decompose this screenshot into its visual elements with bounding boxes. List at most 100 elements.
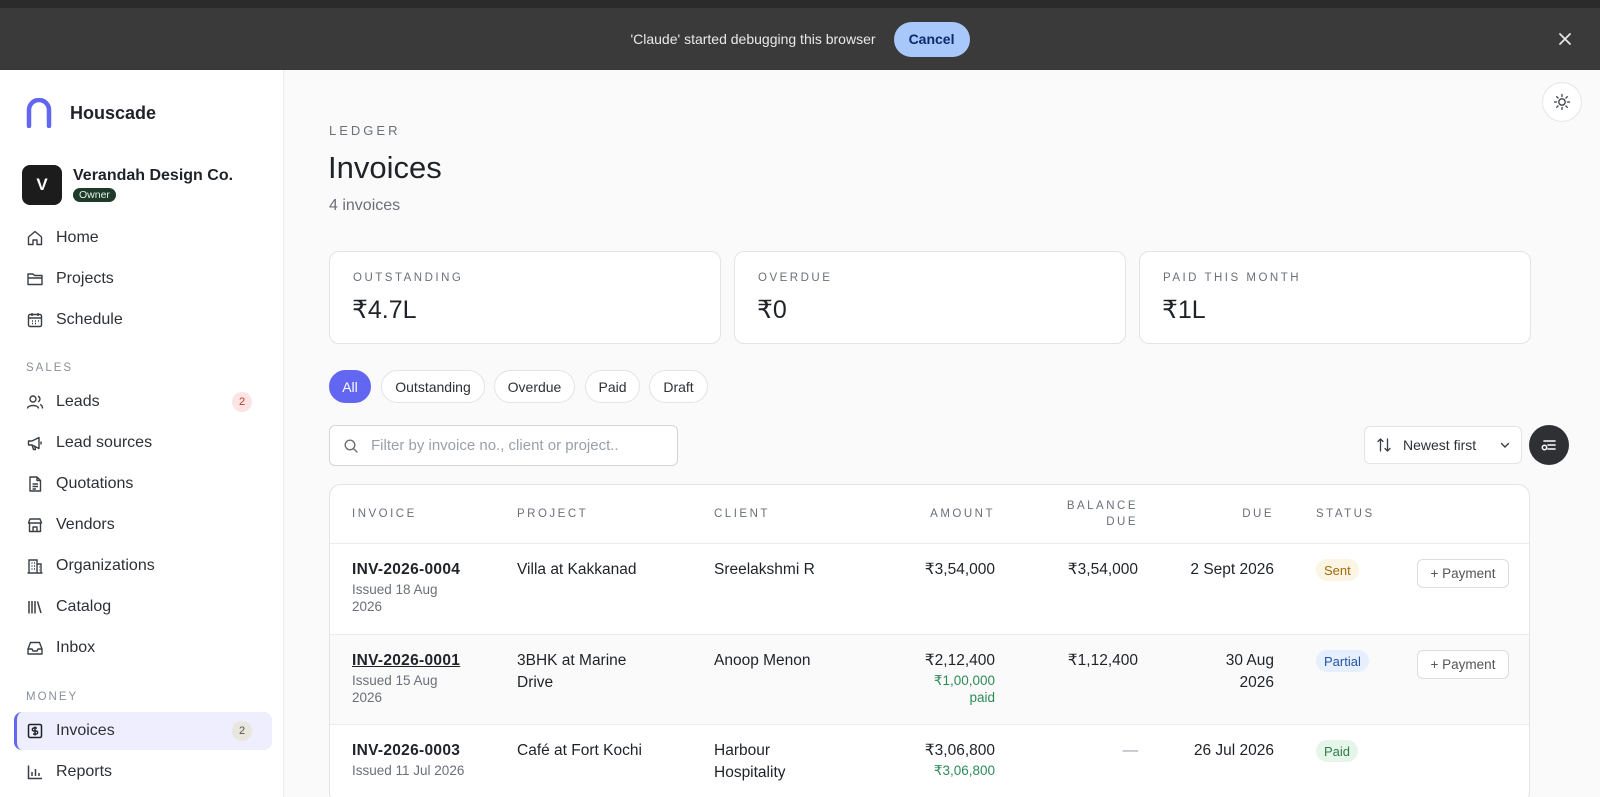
sidebar-item-quotations[interactable]: Quotations (14, 465, 272, 503)
money-section-label: MONEY (26, 691, 79, 703)
column-header-project[interactable]: PROJECT (517, 485, 588, 543)
column-header-balance-due[interactable]: BALANCE DUE (1030, 485, 1138, 543)
issued-date: 2026 (352, 690, 383, 705)
stat-card-paid-this-month: PAID THIS MONTH ₹1L (1139, 251, 1531, 344)
sidebar-item-label: Invoices (56, 722, 115, 739)
debugging-banner: 'Claude' started debugging this browser … (0, 0, 1600, 70)
project-name: Café at Fort Kochi (517, 742, 642, 759)
invoice-number[interactable]: INV-2026-0003 (352, 740, 464, 762)
org-name: Verandah Design Co. (73, 167, 234, 184)
chevron-down-icon (1500, 442, 1510, 448)
amount: ₹3,06,800 (924, 742, 995, 759)
theme-toggle-button[interactable] (1542, 82, 1582, 122)
sidebar: Houscade V Verandah Design Co. Owner Hom… (0, 70, 284, 797)
due-date: 30 Aug (1225, 652, 1274, 669)
sidebar-item-lead-sources[interactable]: Lead sources (14, 424, 272, 462)
table-row[interactable]: INV-2026-0001 Issued 15 Aug 2026 3BHK at… (330, 634, 1529, 724)
sidebar-item-label: Projects (56, 270, 114, 287)
sidebar-item-projects[interactable]: Projects (14, 260, 272, 298)
page-title: Invoices (328, 150, 442, 185)
brand-name: Houscade (70, 102, 157, 123)
paid-label: paid (969, 690, 995, 705)
sort-selected-value: Newest first (1403, 437, 1477, 453)
stat-label: OVERDUE (758, 272, 833, 284)
floating-action-button[interactable] (1529, 425, 1569, 465)
sidebar-item-label: Reports (56, 763, 113, 780)
filter-chip-outstanding[interactable]: Outstanding (381, 370, 485, 403)
users-icon (26, 395, 44, 409)
sort-icon (1377, 438, 1391, 452)
due-date: 2026 (1239, 674, 1274, 691)
issued-date: Issued 15 Aug (352, 673, 438, 688)
amount: ₹3,54,000 (924, 561, 995, 578)
debugging-message: 'Claude' started debugging this browser (630, 31, 876, 47)
status-badge: Paid (1316, 740, 1359, 762)
sidebar-item-catalog[interactable]: Catalog (14, 588, 272, 626)
search-input[interactable] (371, 437, 671, 454)
stat-card-overdue: OVERDUE ₹0 (734, 251, 1126, 344)
inbox-icon (27, 641, 43, 655)
column-header-status[interactable]: STATUS (1316, 485, 1375, 543)
library-icon (28, 601, 42, 614)
header-line: BALANCE (1066, 500, 1138, 512)
sidebar-item-home[interactable]: Home (14, 219, 272, 257)
paid-amount: ₹3,06,800 (933, 763, 995, 778)
status-badge: Partial (1316, 650, 1369, 672)
project-name: 3BHK at Marine (517, 652, 627, 669)
table-row[interactable]: INV-2026-0004 Issued 18 Aug 2026 Villa a… (330, 543, 1529, 634)
megaphone-icon (27, 436, 42, 451)
sort-select[interactable]: Newest first (1364, 426, 1522, 464)
org-switcher[interactable]: V Verandah Design Co. Owner (22, 165, 233, 205)
due-date: 2 Sept 2026 (1190, 561, 1274, 578)
sidebar-item-organizations[interactable]: Organizations (14, 547, 272, 585)
sidebar-item-schedule[interactable]: Schedule (14, 301, 272, 339)
amount: ₹2,12,400 (924, 652, 995, 669)
role-badge: Owner (73, 188, 116, 202)
cancel-debugging-button[interactable]: Cancel (893, 21, 970, 57)
invoice-number[interactable]: INV-2026-0004 (352, 559, 460, 581)
home-icon (27, 230, 43, 246)
header-line: DUE (1106, 516, 1138, 528)
column-header-amount[interactable]: AMOUNT (850, 485, 995, 543)
column-header-due[interactable]: DUE (1180, 485, 1274, 543)
project-name: Villa at Kakkanad (517, 561, 637, 578)
paid-amount: ₹1,00,000 (933, 673, 995, 688)
sidebar-item-leads[interactable]: Leads 2 (14, 383, 272, 421)
org-avatar: V (22, 165, 62, 205)
sidebar-item-reports[interactable]: Reports (14, 753, 272, 791)
page-eyebrow: LEDGER (329, 123, 401, 138)
invoice-count: 4 invoices (329, 197, 401, 214)
leads-count-badge: 2 (232, 392, 252, 412)
sidebar-item-label: Organizations (56, 557, 155, 574)
add-payment-button[interactable]: + Payment (1417, 559, 1509, 588)
balance-due: ₹3,54,000 (1067, 561, 1138, 578)
filter-chip-draft[interactable]: Draft (649, 370, 708, 403)
filter-chip-all[interactable]: All (329, 370, 371, 403)
invoice-number[interactable]: INV-2026-0001 (352, 650, 460, 672)
column-header-client[interactable]: CLIENT (714, 485, 770, 543)
brand[interactable]: Houscade (26, 98, 156, 128)
due-date: 26 Jul 2026 (1193, 742, 1274, 759)
houscade-logo-icon (26, 98, 52, 128)
sidebar-item-inbox[interactable]: Inbox (14, 629, 272, 667)
sidebar-item-invoices[interactable]: Invoices 2 (14, 712, 272, 750)
sales-section-label: SALES (26, 362, 74, 374)
document-icon (29, 476, 42, 492)
filter-chip-paid[interactable]: Paid (585, 370, 640, 403)
table-row[interactable]: INV-2026-0003 Issued 11 Jul 2026 Café at… (330, 724, 1529, 797)
sidebar-item-label: Quotations (56, 475, 134, 492)
filter-chip-overdue[interactable]: Overdue (494, 370, 575, 403)
invoice-icon (27, 723, 43, 739)
stat-value: ₹0 (757, 296, 787, 324)
sidebar-item-label: Home (56, 229, 99, 246)
sidebar-item-vendors[interactable]: Vendors (14, 506, 272, 544)
stat-label: OUTSTANDING (353, 272, 464, 284)
issued-date: Issued 11 Jul 2026 (352, 763, 465, 778)
close-icon[interactable] (1554, 28, 1576, 50)
bar-chart-icon (27, 765, 42, 780)
column-header-invoice[interactable]: INVOICE (352, 485, 417, 543)
calendar-icon (27, 313, 43, 328)
add-payment-button[interactable]: + Payment (1417, 650, 1509, 679)
invoices-count-badge: 2 (232, 721, 252, 741)
sidebar-item-label: Schedule (56, 311, 123, 328)
